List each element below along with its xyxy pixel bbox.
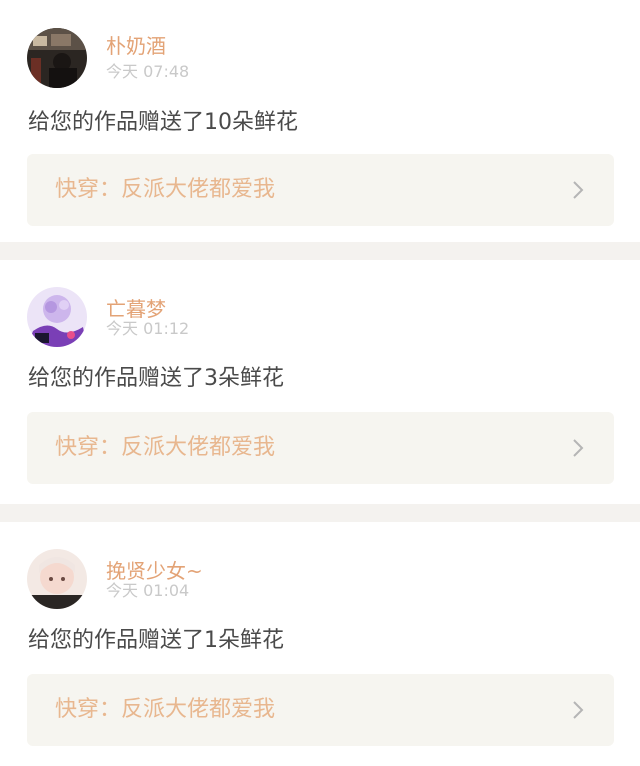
work-link[interactable]: 快穿：反派大佬都爱我 <box>27 412 614 484</box>
gift-message: 给您的作品赠送了3朵鲜花 <box>28 366 284 391</box>
notification-card: 朴奶酒 今天 07:48 给您的作品赠送了10朵鲜花 快穿：反派大佬都爱我 <box>0 0 640 242</box>
avatar[interactable] <box>27 287 87 347</box>
work-title: 快穿：反派大佬都爱我 <box>55 177 276 202</box>
notification-feed: 朴奶酒 今天 07:48 给您的作品赠送了10朵鲜花 快穿：反派大佬都爱我 亡暮… <box>0 0 640 766</box>
work-link[interactable]: 快穿：反派大佬都爱我 <box>27 674 614 746</box>
timestamp: 今天 01:12 <box>106 319 190 338</box>
work-title: 快穿：反派大佬都爱我 <box>55 697 276 722</box>
username[interactable]: 朴奶酒 <box>106 33 166 59</box>
notification-card: 挽贤少女~ 今天 01:04 给您的作品赠送了1朵鲜花 快穿：反派大佬都爱我 <box>0 522 640 766</box>
timestamp: 今天 01:04 <box>106 581 190 600</box>
work-title: 快穿：反派大佬都爱我 <box>55 435 276 460</box>
chevron-right-icon <box>573 701 584 719</box>
avatar[interactable] <box>27 28 87 88</box>
timestamp: 今天 07:48 <box>106 62 190 81</box>
gift-message: 给您的作品赠送了10朵鲜花 <box>28 110 298 135</box>
work-link[interactable]: 快穿：反派大佬都爱我 <box>27 154 614 226</box>
notification-card: 亡暮梦 今天 01:12 给您的作品赠送了3朵鲜花 快穿：反派大佬都爱我 <box>0 260 640 504</box>
gift-message: 给您的作品赠送了1朵鲜花 <box>28 628 284 653</box>
chevron-right-icon <box>573 439 584 457</box>
chevron-right-icon <box>573 181 584 199</box>
avatar[interactable] <box>27 549 87 609</box>
